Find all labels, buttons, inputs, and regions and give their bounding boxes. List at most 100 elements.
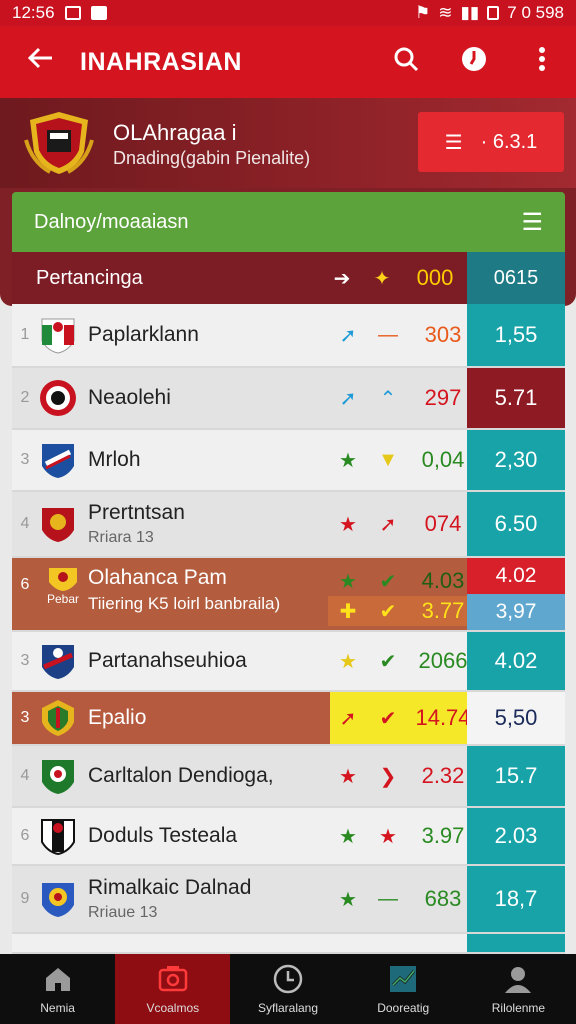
odds-column-head[interactable]: 0615 (467, 252, 565, 304)
trend-up-icon: ➚ (339, 387, 357, 410)
section-title: Dalnoy/moaaiasn (34, 210, 189, 233)
team-logo (42, 645, 74, 679)
team-subtitle: Tiiering K5 loirl banbraila) (88, 594, 281, 613)
star-icon: ★ (339, 449, 357, 472)
filter-menu-icon[interactable]: ☰ (521, 208, 543, 237)
team-header: OLAhragaa i Dnading(gabin Pienalite) ☰ ·… (0, 98, 576, 188)
odds-value[interactable]: 1,55 (467, 304, 565, 366)
team-name: Paplarklann (88, 323, 199, 346)
nav-camera[interactable]: Vcoalmos (115, 954, 231, 1024)
team-name: Partanahseuhioa (88, 649, 247, 672)
odds-value[interactable]: 15.7 (467, 746, 565, 806)
caret-up-icon: ⌃ (379, 387, 397, 410)
section-header: Dalnoy/moaaiasn ☰ (12, 192, 565, 252)
odds-value[interactable]: 18,7 (467, 866, 565, 932)
team-name: Doduls Testeala (88, 824, 238, 847)
check-icon: ✔ (379, 650, 397, 673)
nav-label: Vcoalmos (146, 1001, 200, 1015)
team-logo (42, 760, 74, 794)
row-rank: 4 (20, 515, 30, 532)
table-row[interactable]: 3 Partanahseuhioa ★ ✔ 2066 4.02 (12, 632, 565, 692)
team-name: Carltalon Dendioga, (88, 764, 274, 787)
table-row[interactable]: 6 Doduls Testeala ★ ★ 3.97 2.03 (12, 808, 565, 866)
status-time: 12:56 (12, 3, 55, 22)
column-header-row: Pertancinga ➔ ✦ 000 0615 (12, 252, 565, 304)
nav-label: Rilolenme (491, 1001, 546, 1015)
team-logo (42, 444, 74, 478)
team-subtitle: Rriara 13 (88, 529, 154, 546)
odds-cell[interactable] (467, 934, 565, 952)
star-icon: ★ (339, 765, 357, 788)
search-icon[interactable] (372, 45, 440, 80)
team-crest-logo (24, 112, 94, 174)
alarm-icon: ⚑ (415, 3, 431, 22)
table-row-highlighted[interactable]: 3 Epalio ➚ ✔ 14.74 5,50 (12, 692, 565, 746)
odds-value-secondary[interactable]: 3,97 (467, 594, 565, 630)
row-rank: 1 (20, 326, 30, 343)
team-logo (42, 508, 74, 542)
nav-home[interactable]: Nemia (0, 954, 115, 1024)
table-row[interactable]: 4 Carltalon Dendioga, ★ ❯ 2.32 15.7 (12, 746, 565, 808)
row-rank: 3 (20, 451, 30, 468)
row-rank: 3 (20, 652, 30, 669)
nav-schedule[interactable]: Syflaralang (230, 954, 345, 1024)
team-logo (41, 819, 75, 856)
team-logo (42, 883, 74, 917)
timer-icon[interactable] (440, 45, 508, 80)
team-name: Olahanca Pam (88, 566, 227, 589)
star-icon: ✦ (373, 267, 391, 290)
list-icon: ☰ (444, 131, 463, 154)
team-logo (40, 380, 76, 416)
back-arrow-icon[interactable] (0, 44, 80, 80)
odds-value[interactable]: 4.02 (467, 558, 565, 594)
odds-value[interactable]: 5.71 (467, 368, 565, 428)
team-name: Mrloh (88, 448, 141, 471)
check-icon: ✔ (379, 707, 397, 730)
bottom-navigation: Nemia Vcoalmos Syflaralang Dooreatig Ril… (0, 954, 576, 1024)
column-label: Pertancinga (36, 266, 143, 289)
nav-label: Dooreatig (377, 1001, 430, 1015)
table-row[interactable]: 3 Mrloh ★ ▼ 0,04 2,30 (12, 430, 565, 492)
table-row[interactable]: 4 Prertntsan Rriara 13 ★ ➚ 074 6.50 (12, 492, 565, 558)
trend-up-icon: ➚ (339, 707, 357, 730)
odds-value[interactable]: 2.03 (467, 808, 565, 864)
signal-icon: ▮▮ (460, 3, 480, 22)
summary-value: · 6.3.1 (480, 130, 538, 153)
row-rank: 4 (20, 767, 30, 784)
table-row[interactable]: 1 Paplarklann ➚ — 303 1,55 (12, 304, 565, 368)
table-row-partial[interactable] (12, 934, 565, 954)
star-icon: ★ (379, 825, 397, 848)
team-logo (41, 318, 75, 354)
camera-icon (158, 966, 188, 992)
status-battery-text: 7 0 598 (507, 3, 564, 22)
check-icon: ✔ (379, 570, 397, 593)
star-icon: ★ (339, 513, 357, 536)
home-icon (45, 968, 70, 991)
odds-value[interactable]: 6.50 (467, 492, 565, 556)
odds-value[interactable]: 5,50 (467, 692, 565, 744)
nav-label: Syflaralang (257, 1001, 319, 1015)
star-icon: ★ (339, 650, 357, 673)
trend-arrow-icon: ➔ (333, 267, 351, 290)
column-value-head: 000 (416, 265, 454, 290)
odds-value[interactable]: 4.02 (467, 632, 565, 690)
nav-profile[interactable]: Rilolenme (461, 954, 576, 1024)
summary-button[interactable]: ☰ · 6.3.1 (418, 112, 564, 172)
notification-icon (90, 6, 107, 20)
table-row[interactable]: 2 Neaolehi ➚ ⌃ 297 5.71 (12, 368, 565, 430)
status-bar: 12:56 ⚑ ≋ ▮▮ 7 0 598 (0, 0, 576, 26)
chart-icon (390, 966, 417, 992)
row-rank: 3 (20, 709, 30, 726)
team-name: Prertntsan (88, 501, 185, 524)
photo-icon (64, 6, 81, 20)
table-row[interactable]: 9 Rimalkaic Dalnad Rriaue 13 ★ — 683 18,… (12, 866, 565, 934)
team-name: Neaolehi (88, 386, 171, 409)
more-options-icon[interactable] (508, 45, 576, 80)
star-icon: ★ (339, 888, 357, 911)
wifi-icon: ≋ (438, 3, 453, 22)
star-icon: ★ (339, 570, 357, 593)
row-rank: 9 (20, 890, 30, 907)
table-row-highlighted[interactable]: 6 Pebar Olahanca Pam Tiiering K5 loirl b… (12, 558, 565, 632)
nav-stats[interactable]: Dooreatig (346, 954, 461, 1024)
odds-value[interactable]: 2,30 (467, 430, 565, 490)
